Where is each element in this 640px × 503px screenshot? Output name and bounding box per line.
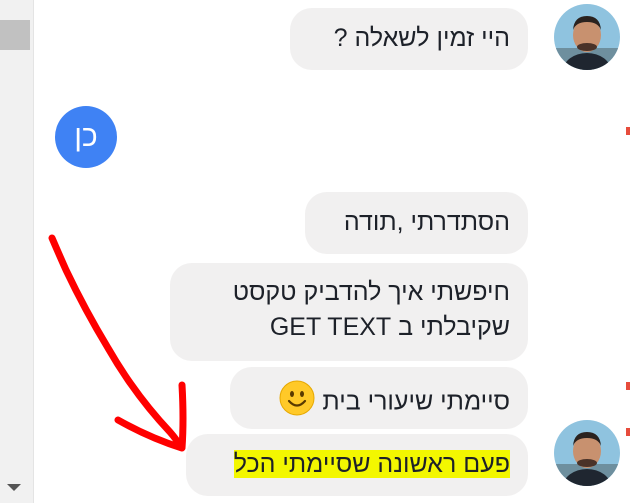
avatar[interactable] xyxy=(554,420,620,486)
message-bubble-thanks: הסתדרתי ,תודה xyxy=(305,192,528,254)
scroll-down-arrow-icon[interactable] xyxy=(7,484,21,491)
edge-marker-3 xyxy=(626,428,630,436)
smile-icon xyxy=(279,380,315,426)
reply-avatar[interactable]: כן xyxy=(55,106,117,168)
avatar-photo-icon xyxy=(554,4,620,70)
message-line: חיפשתי איך להדביק טקסט xyxy=(232,278,510,306)
message-bubble-search: חיפשתי איך להדביק טקסט שקיבלתי ב GET TEX… xyxy=(170,263,528,361)
message-line: שקיבלתי ב GET TEXT xyxy=(269,313,510,341)
avatar[interactable] xyxy=(554,4,620,70)
edge-marker-2 xyxy=(626,382,630,390)
message-text: סיימתי שיעורי בית xyxy=(322,387,510,416)
edge-marker-1 xyxy=(626,127,630,135)
vertical-scrollbar[interactable] xyxy=(0,0,34,503)
message-bubble-homework: סיימתי שיעורי בית xyxy=(230,367,528,429)
scrollbar-thumb[interactable] xyxy=(0,20,30,50)
message-bubble-first-time: פעם ראשונה שסיימתי הכל xyxy=(186,434,528,496)
avatar-photo-icon xyxy=(554,420,620,486)
highlighted-text: פעם ראשונה שסיימתי הכל xyxy=(233,450,510,478)
message-bubble-question: היי זמין לשאלה ? xyxy=(290,8,528,70)
